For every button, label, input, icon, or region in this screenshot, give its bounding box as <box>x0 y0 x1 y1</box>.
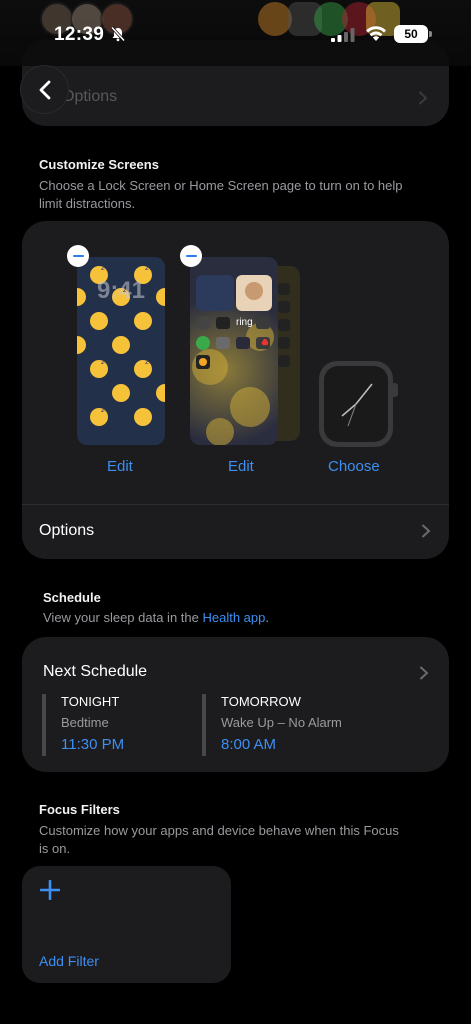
watch-face-screen <box>324 366 388 442</box>
chevron-left-icon <box>39 80 50 99</box>
options-row[interactable] <box>22 505 449 559</box>
remove-lock-screen-button[interactable] <box>67 245 89 267</box>
watch-face-preview[interactable] <box>319 361 398 447</box>
lock-screen-preview[interactable]: zzz zzz 9:41 <box>77 257 165 445</box>
schedule-title: Schedule <box>43 590 101 605</box>
wake-up-value: 8:00 AM <box>221 736 277 753</box>
edit-home-screen-link[interactable]: Edit <box>228 458 254 475</box>
next-schedule-title: Next Schedule <box>43 663 148 680</box>
bedtime-label: Bedtime <box>61 715 109 730</box>
svg-text:z: z <box>145 358 149 366</box>
plus-icon <box>40 880 60 900</box>
wake-up-label: Wake Up – No Alarm <box>221 715 342 730</box>
add-filter-label: Add Filter <box>39 953 99 969</box>
wifi-icon <box>366 26 386 41</box>
tomorrow-column: TOMORROW Wake Up – No Alarm 8:00 AM <box>202 694 342 756</box>
tomorrow-heading: TOMORROW <box>221 694 301 709</box>
bedtime-value: 11:30 PM <box>61 736 125 753</box>
chevron-right-icon <box>419 91 428 105</box>
chevron-right-icon <box>420 666 429 680</box>
silent-bell-icon <box>110 26 126 42</box>
health-app-link[interactable]: Health app <box>202 610 265 625</box>
remove-home-screen-button[interactable] <box>180 245 202 267</box>
page-dock-icons <box>278 283 292 383</box>
customize-screens-title: Customize Screens <box>39 157 159 172</box>
cellular-signal-icon <box>331 28 355 42</box>
svg-text:z: z <box>101 264 105 272</box>
options-row-top-label: Options <box>62 88 118 105</box>
focus-filters-description: Customize how your apps and device behav… <box>39 823 399 856</box>
schedule-description: View your sleep data in the Health app. <box>43 610 269 625</box>
svg-text:z: z <box>145 264 149 272</box>
tonight-heading: TONIGHT <box>61 694 120 709</box>
back-button[interactable] <box>21 66 68 113</box>
home-widget-text: ring <box>236 317 253 328</box>
choose-watch-face-link[interactable]: Choose <box>328 458 380 475</box>
svg-text:z: z <box>101 358 105 366</box>
status-time: 12:39 <box>54 24 105 45</box>
next-schedule-card[interactable]: Next Schedule TONIGHT Bedtime 11:30 PM T… <box>22 637 449 772</box>
lock-preview-time: 9:41 <box>96 277 146 304</box>
edit-lock-screen-link[interactable]: Edit <box>107 458 133 475</box>
home-screen-wallpaper <box>192 275 274 445</box>
svg-text:z: z <box>101 406 105 414</box>
battery-indicator: 50 <box>394 25 432 43</box>
home-screen-preview[interactable]: ring <box>190 257 278 445</box>
customize-screens-description: Choose a Lock Screen or Home Screen page… <box>39 178 403 211</box>
watch-clock-icon <box>341 383 373 427</box>
focus-filters-title: Focus Filters <box>39 802 120 817</box>
watch-crown <box>393 383 398 397</box>
status-bar: 12:39 50 <box>0 0 471 66</box>
customize-screens-card: zzz zzz 9:41 Edit ring Edit Choose Optio… <box>22 221 449 559</box>
add-filter-button[interactable]: Add Filter <box>22 866 231 983</box>
tonight-column: TONIGHT Bedtime 11:30 PM <box>42 694 124 756</box>
